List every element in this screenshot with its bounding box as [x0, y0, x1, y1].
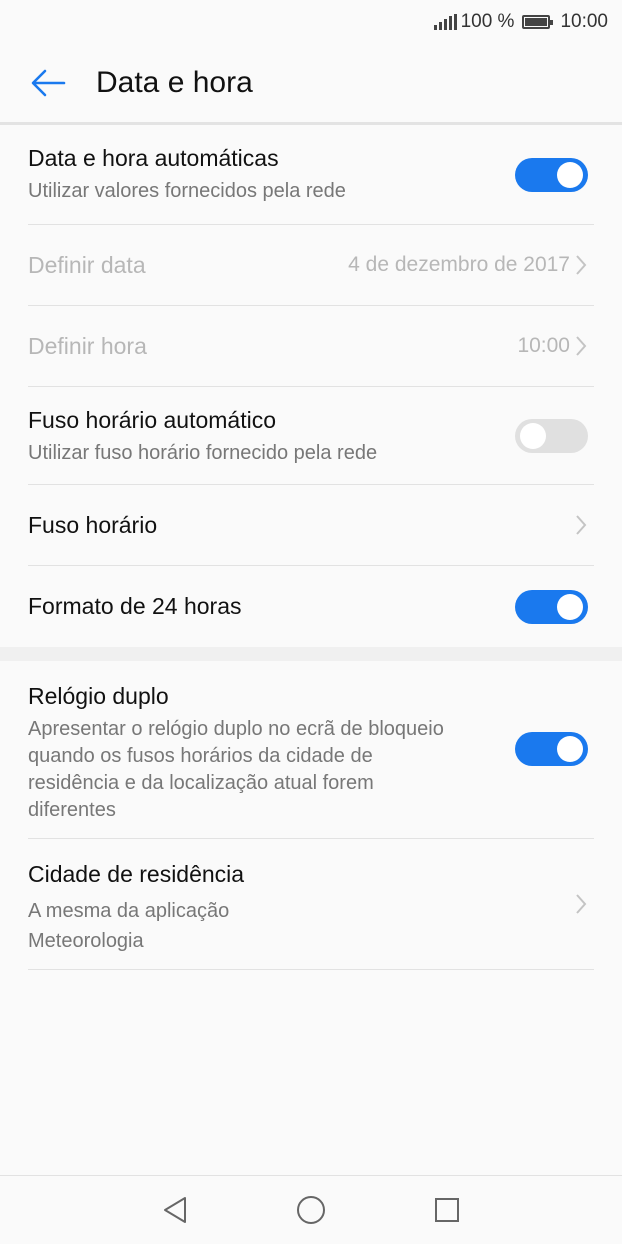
nav-home-button[interactable]	[291, 1190, 331, 1230]
home-city-row[interactable]: Cidade de residência A mesma da aplicaçã…	[28, 839, 594, 970]
section-divider	[0, 647, 622, 661]
dual-clock-toggle[interactable]	[515, 732, 588, 766]
circle-home-icon	[297, 1196, 325, 1224]
auto-timezone-title: Fuso horário automático	[28, 407, 277, 433]
home-city-subtitle-line2: Meteorologia	[28, 930, 144, 952]
set-time-row[interactable]: Definir hora 10:00	[28, 306, 594, 387]
home-city-subtitle-line1: A mesma da aplicação	[28, 900, 230, 922]
nav-recents-button[interactable]	[427, 1190, 467, 1230]
auto-datetime-row[interactable]: Data e hora automáticas Utilizar valores…	[28, 125, 594, 225]
triangle-back-icon	[164, 1197, 186, 1223]
set-date-value: 4 de dezembro de 2017	[348, 253, 570, 276]
auto-timezone-subtitle: Utilizar fuso horário fornecido pela red…	[28, 442, 378, 464]
auto-datetime-subtitle: Utilizar valores fornecidos pela rede	[28, 180, 346, 202]
format-24h-toggle[interactable]	[515, 589, 588, 624]
set-date-row[interactable]: Definir data 4 de dezembro de 2017	[28, 225, 594, 306]
arrow-left-icon	[31, 69, 66, 97]
status-bar: 100 % 10:00	[0, 0, 622, 44]
auto-datetime-title: Data e hora automáticas	[28, 145, 279, 171]
nav-back-button[interactable]	[155, 1190, 195, 1230]
set-time-title: Definir hora	[28, 332, 147, 359]
set-time-value: 10:00	[517, 334, 570, 357]
home-city-title: Cidade de residência	[28, 861, 245, 887]
format-24h-title: Formato de 24 horas	[28, 593, 242, 619]
timezone-row[interactable]: Fuso horário	[28, 485, 594, 566]
app-bar: Data e hora	[0, 44, 622, 125]
home-city-subtitle: A mesma da aplicação Meteorologia	[28, 896, 464, 956]
signal-icon	[433, 14, 457, 30]
dual-clock-subtitle: Apresentar o relógio duplo no ecrã de bl…	[28, 718, 444, 821]
chevron-right-icon	[576, 894, 587, 914]
timezone-title: Fuso horário	[28, 511, 158, 538]
chevron-right-icon	[576, 336, 587, 356]
format-24h-row[interactable]: Formato de 24 horas	[28, 566, 594, 647]
dual-clock-title: Relógio duplo	[28, 683, 169, 709]
set-date-title: Definir data	[28, 251, 146, 278]
status-time: 10:00	[560, 11, 608, 32]
navigation-bar	[0, 1175, 622, 1244]
chevron-right-icon	[576, 255, 587, 275]
battery-icon	[522, 15, 554, 29]
page-title: Data e hora	[96, 66, 253, 99]
auto-timezone-toggle[interactable]	[515, 418, 588, 453]
auto-datetime-toggle[interactable]	[515, 157, 588, 192]
back-button[interactable]	[8, 44, 88, 122]
battery-percentage: 100 %	[460, 11, 515, 32]
dual-clock-row[interactable]: Relógio duplo Apresentar o relógio duplo…	[28, 661, 594, 839]
settings-list: Data e hora automáticas Utilizar valores…	[0, 125, 622, 970]
chevron-right-icon	[576, 515, 587, 535]
square-recents-icon	[435, 1198, 459, 1222]
auto-timezone-row[interactable]: Fuso horário automático Utilizar fuso ho…	[28, 387, 594, 485]
